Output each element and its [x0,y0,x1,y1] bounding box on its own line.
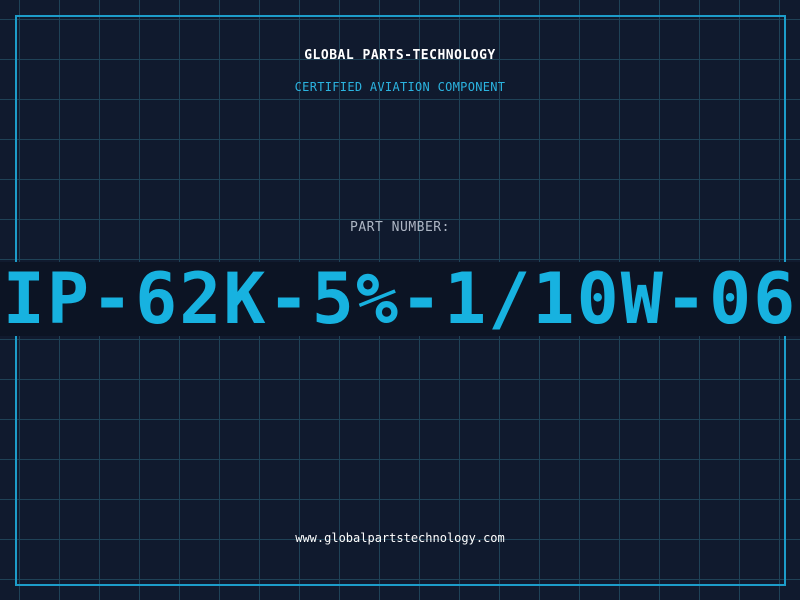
company-name: GLOBAL PARTS-TECHNOLOGY [304,48,496,63]
part-number-label: PART NUMBER: [350,220,450,235]
website-url: www.globalpartstechnology.com [295,531,505,545]
part-label-card: GLOBAL PARTS-TECHNOLOGY CERTIFIED AVIATI… [0,0,800,600]
certification-subtitle: CERTIFIED AVIATION COMPONENT [294,80,506,94]
part-number-band: CHIP-62K-5%-1/10W-0603 [0,262,800,336]
part-number-value: CHIP-62K-5%-1/10W-0603 [0,262,800,336]
